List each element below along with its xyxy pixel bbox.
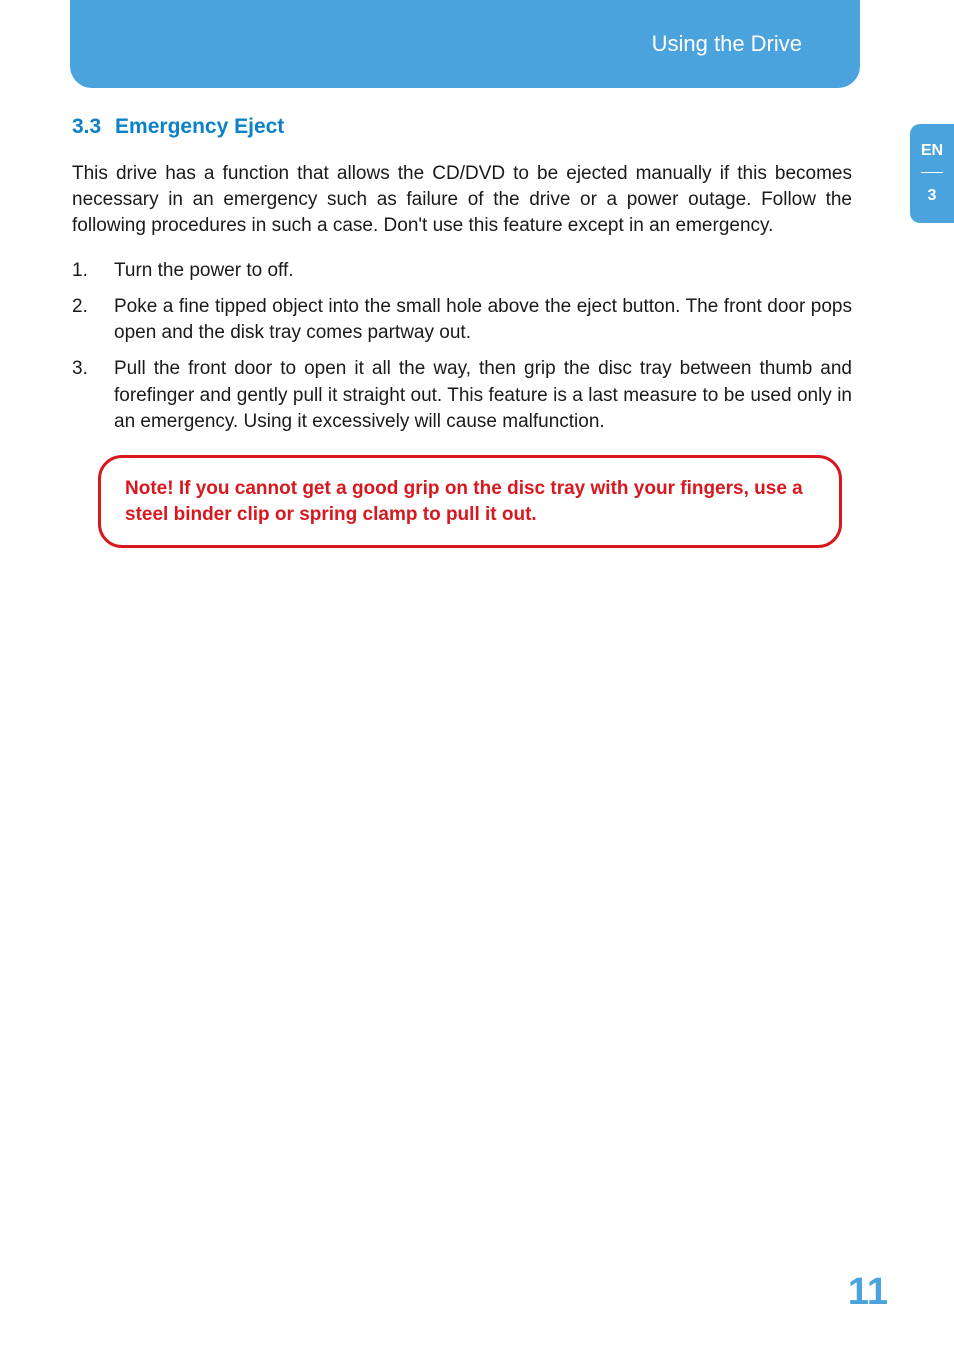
- header-title: Using the Drive: [652, 31, 802, 57]
- page-number: 11: [848, 1271, 888, 1314]
- section-title: Emergency Eject: [115, 115, 284, 138]
- note-box: Note! If you cannot get a good grip on t…: [98, 455, 842, 548]
- side-tab-chapter: 3: [928, 187, 937, 205]
- list-item: 2. Poke a fine tipped object into the sm…: [72, 294, 852, 346]
- list-text: Turn the power to off.: [114, 260, 294, 281]
- side-tab-divider: [921, 172, 943, 173]
- main-content: 3.3 Emergency Eject This drive has a fun…: [72, 115, 852, 548]
- page-header: Using the Drive: [70, 0, 860, 88]
- side-tab-language: EN: [921, 142, 943, 160]
- list-index: 2.: [72, 294, 88, 320]
- list-text: Poke a fine tipped object into the small…: [114, 296, 852, 343]
- side-tab: EN 3: [910, 124, 954, 223]
- note-text: Note! If you cannot get a good grip on t…: [125, 476, 815, 527]
- list-item: 3. Pull the front door to open it all th…: [72, 356, 852, 435]
- list-item: 1. Turn the power to off.: [72, 258, 852, 284]
- steps-list: 1. Turn the power to off. 2. Poke a fine…: [72, 258, 852, 435]
- section-heading: 3.3 Emergency Eject: [72, 115, 852, 139]
- section-number: 3.3: [72, 115, 101, 138]
- intro-paragraph: This drive has a function that allows th…: [72, 161, 852, 240]
- list-index: 1.: [72, 258, 88, 284]
- list-index: 3.: [72, 356, 88, 382]
- list-text: Pull the front door to open it all the w…: [114, 358, 852, 431]
